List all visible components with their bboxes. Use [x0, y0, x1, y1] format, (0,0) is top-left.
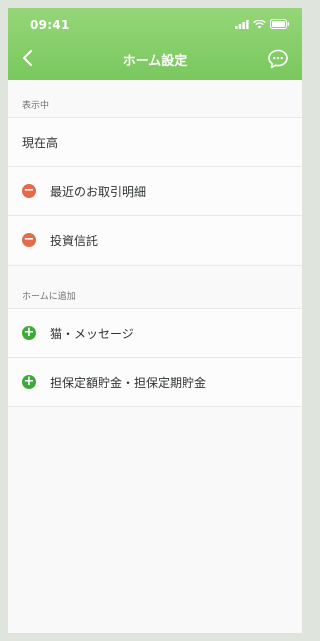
section-header-showing: 表示中	[22, 101, 50, 111]
divider	[8, 265, 302, 266]
status-icons	[235, 19, 290, 29]
minus-circle-icon[interactable]: −	[22, 184, 36, 198]
list-item-label: 最近のお取引明細	[50, 184, 147, 199]
list-item-cat-message[interactable]: + 猫・メッセージ	[8, 308, 302, 357]
minus-circle-icon[interactable]: −	[22, 233, 36, 247]
chat-button[interactable]	[266, 47, 290, 71]
list-item-label: 投資信託	[50, 233, 99, 248]
chat-bubble-icon	[268, 49, 288, 69]
list-item-label: 現在高	[22, 135, 59, 150]
battery-icon	[270, 19, 290, 29]
status-time: 09:41	[30, 18, 70, 32]
list-item-recent-transactions[interactable]: − 最近のお取引明細	[8, 166, 302, 215]
list-item-current-balance: 現在高	[8, 117, 302, 166]
header-bar: 09:41 ホーム設定	[8, 8, 302, 80]
signal-icon	[235, 19, 249, 29]
page-title: ホーム設定	[122, 54, 188, 69]
divider	[8, 406, 302, 407]
section-header-add: ホームに追加	[22, 292, 76, 302]
list-item-label: 担保定額貯金・担保定期貯金	[50, 375, 207, 390]
list-item-investment-trust[interactable]: − 投資信託	[8, 215, 302, 264]
list-item-secured-savings[interactable]: + 担保定額貯金・担保定期貯金	[8, 357, 302, 406]
phone-screen: 09:41 ホーム設定 表示中 現在高 − 最近のお取引明細 − 投資信託 ホー…	[8, 8, 302, 633]
plus-circle-icon[interactable]: +	[22, 375, 36, 389]
list-item-label: 猫・メッセージ	[50, 326, 134, 341]
plus-circle-icon[interactable]: +	[22, 326, 36, 340]
wifi-icon	[253, 19, 266, 29]
